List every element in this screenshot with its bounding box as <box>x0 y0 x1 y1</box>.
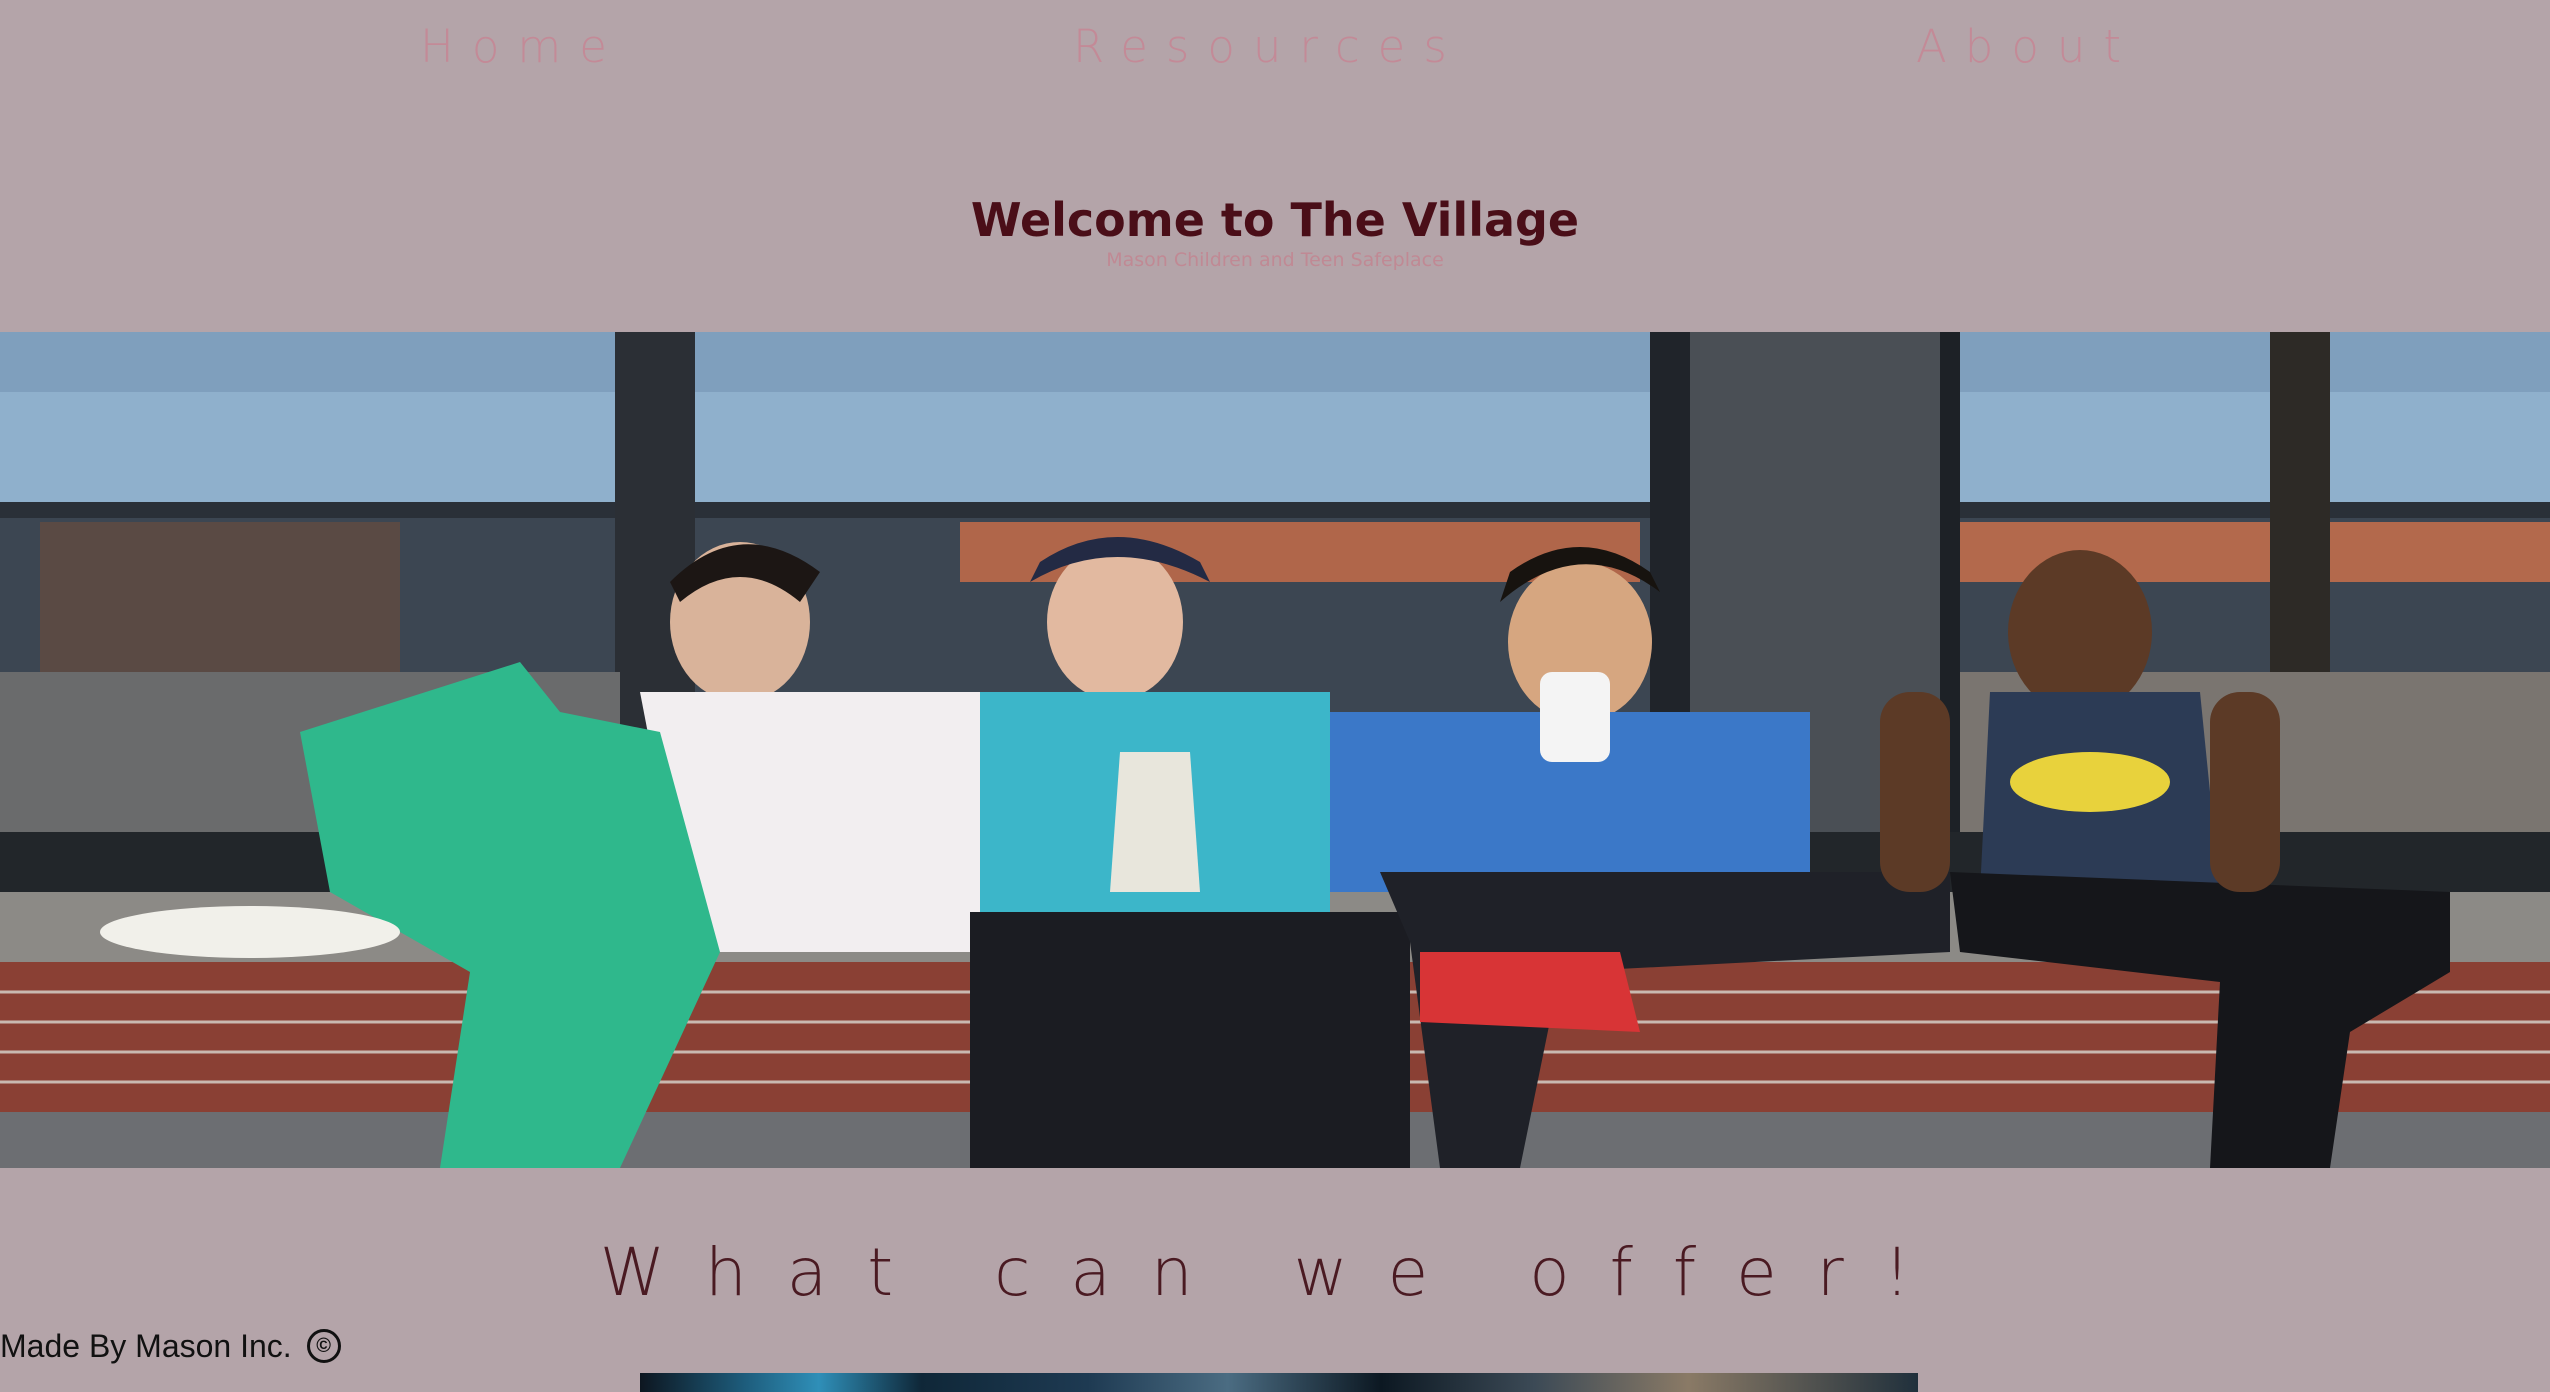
footer-credit: Made By Mason Inc. © <box>0 1326 341 1366</box>
offer-image <box>640 1373 1918 1392</box>
hero-photo-illustration <box>0 332 2550 1168</box>
page-title: Welcome to The Village <box>970 193 1580 247</box>
offer-heading: What can we offer! <box>599 1234 1951 1311</box>
nav-link-about[interactable]: About <box>1916 20 2139 73</box>
footer-credit-text: Made By Mason Inc. <box>0 1328 292 1364</box>
copyright-icon: © <box>306 1328 341 1363</box>
page-subtitle: Mason Children and Teen Safeplace <box>1106 249 1444 271</box>
nav-link-home[interactable]: Home <box>420 20 625 73</box>
top-navigation: Home Resources About <box>0 0 2550 100</box>
hero-photo <box>0 332 2550 1168</box>
nav-link-resources[interactable]: Resources <box>1073 20 1465 73</box>
